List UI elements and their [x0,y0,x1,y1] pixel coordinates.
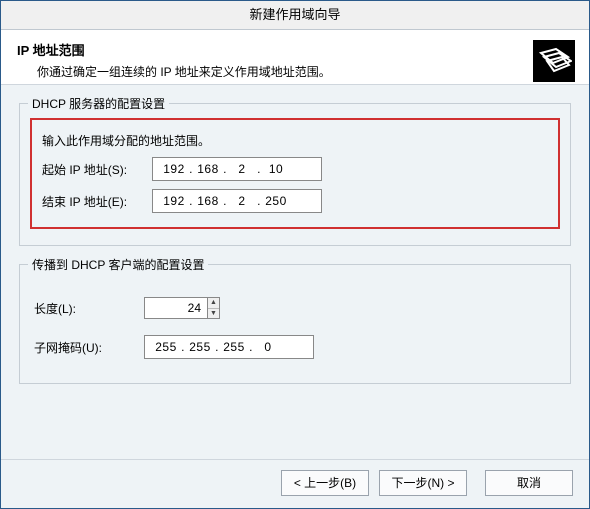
server-group-legend: DHCP 服务器的配置设置 [28,95,169,112]
page-title: IP 地址范围 [17,40,573,59]
client-group-legend: 传播到 DHCP 客户端的配置设置 [28,256,208,273]
end-ip-label: 结束 IP 地址(E): [42,193,152,210]
next-button[interactable]: 下一步(N) > [379,470,467,496]
server-settings-group: DHCP 服务器的配置设置 输入此作用域分配的地址范围。 起始 IP 地址(S)… [19,103,571,246]
address-range-highlight: 输入此作用域分配的地址范围。 起始 IP 地址(S): 192.168.2.10… [30,118,560,229]
length-value[interactable]: 24 [144,297,208,319]
title-bar: 新建作用域向导 [1,1,589,30]
client-settings-group: 传播到 DHCP 客户端的配置设置 长度(L): 24 ▲ ▼ 子网掩码(U):… [19,264,571,384]
start-ip-input[interactable]: 192.168.2.10 [152,157,322,181]
range-note: 输入此作用域分配的地址范围。 [42,132,548,149]
wizard-window: 新建作用域向导 IP 地址范围 你通过确定一组连续的 IP 地址来定义作用域地址… [0,0,590,509]
button-separator [1,459,589,460]
start-ip-row: 起始 IP 地址(S): 192.168.2.10 [42,157,548,181]
spinner-up-icon[interactable]: ▲ [208,298,219,309]
button-bar: < 上一步(B) 下一步(N) > 取消 [281,470,573,496]
spinner-arrows[interactable]: ▲ ▼ [208,297,220,319]
cancel-button[interactable]: 取消 [485,470,573,496]
mask-row: 子网掩码(U): 255.255.255.0 [34,335,556,359]
scope-icon [533,40,575,82]
header-panel: IP 地址范围 你通过确定一组连续的 IP 地址来定义作用域地址范围。 [1,30,589,85]
start-ip-label: 起始 IP 地址(S): [42,161,152,178]
page-subtitle: 你通过确定一组连续的 IP 地址来定义作用域地址范围。 [37,63,573,80]
back-button[interactable]: < 上一步(B) [281,470,369,496]
length-label: 长度(L): [34,300,144,317]
mask-label: 子网掩码(U): [34,339,144,356]
window-title: 新建作用域向导 [249,7,340,22]
end-ip-input[interactable]: 192.168.2.250 [152,189,322,213]
body-panel: DHCP 服务器的配置设置 输入此作用域分配的地址范围。 起始 IP 地址(S)… [1,85,589,384]
spinner-down-icon[interactable]: ▼ [208,309,219,319]
end-ip-row: 结束 IP 地址(E): 192.168.2.250 [42,189,548,213]
mask-input[interactable]: 255.255.255.0 [144,335,314,359]
length-spinner[interactable]: 24 ▲ ▼ [144,297,220,319]
length-row: 长度(L): 24 ▲ ▼ [34,297,556,319]
